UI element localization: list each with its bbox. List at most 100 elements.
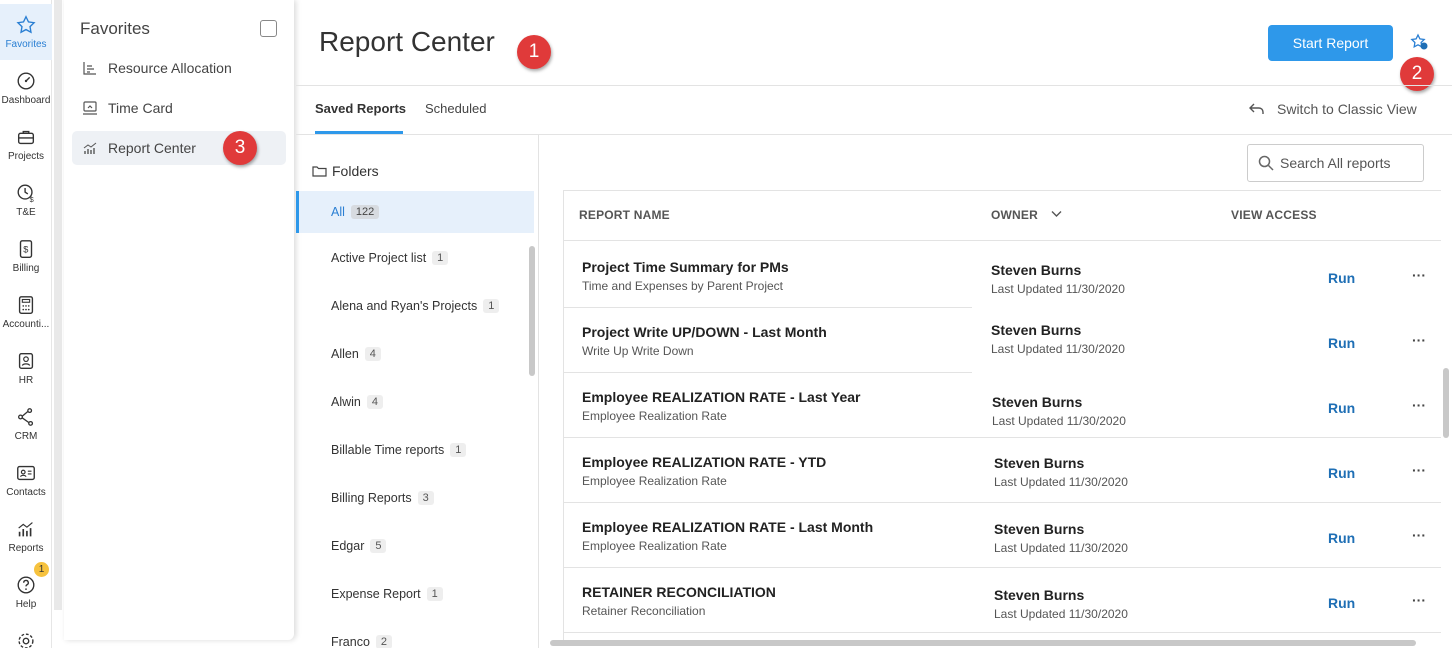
table-row[interactable]: Project Time Summary for PMs Time and Ex…	[564, 243, 1441, 308]
start-report-button[interactable]: Start Report	[1268, 25, 1393, 61]
table-row[interactable]: RETAINER RECONCILIATION Retainer Reconci…	[564, 568, 1441, 633]
table-row[interactable]: Project Write UP/DOWN - Last Month Write…	[564, 308, 1441, 373]
table-vscroll-thumb[interactable]	[1443, 368, 1449, 438]
more-options-icon[interactable]: ···	[1412, 397, 1426, 413]
report-subtitle: Employee Realization Rate	[582, 474, 727, 488]
folder-item[interactable]: Expense Report 1	[296, 573, 534, 615]
svg-text:$: $	[30, 195, 34, 204]
folder-item[interactable]: Franco 2	[296, 621, 534, 648]
folder-item[interactable]: Active Project list 1	[296, 237, 534, 279]
table-row[interactable]: Employee REALIZATION RATE - Last Year Em…	[564, 373, 1441, 438]
folder-name: Billing Reports	[331, 491, 412, 505]
collapse-panel-icon[interactable]	[260, 20, 277, 37]
column-header-report-name[interactable]: REPORT NAME	[579, 208, 670, 222]
report-subtitle: Time and Expenses by Parent Project	[582, 279, 783, 293]
rail-label: Contacts	[6, 487, 46, 498]
rail-label: Favorites	[5, 39, 47, 50]
search-reports-input[interactable]: Search All reports	[1247, 144, 1424, 182]
rail-item-billing[interactable]: $ Billing	[0, 228, 52, 284]
rail-item-reports[interactable]: Reports	[0, 508, 52, 564]
column-header-owner[interactable]: OWNER	[991, 208, 1038, 222]
rail-scrollbar[interactable]	[54, 0, 62, 610]
favorites-panel: Favorites Resource Allocation Time Card …	[64, 0, 294, 640]
switch-classic-view-label: Switch to Classic View	[1277, 101, 1417, 117]
row-divider	[564, 632, 1441, 633]
report-name[interactable]: Employee REALIZATION RATE - Last Month	[582, 519, 873, 535]
report-name[interactable]: RETAINER RECONCILIATION	[582, 584, 776, 600]
folder-item[interactable]: Billing Reports 3	[296, 477, 534, 519]
report-updated: Last Updated 11/30/2020	[992, 414, 1126, 428]
run-button[interactable]: Run	[1328, 400, 1355, 416]
rail-label: CRM	[14, 431, 38, 442]
rail-item-te[interactable]: $ T&E	[0, 172, 52, 228]
report-owner: Steven Burns	[994, 455, 1085, 471]
tab-saved-reports[interactable]: Saved Reports	[315, 101, 406, 116]
rail-item-hr[interactable]: HR	[0, 340, 52, 396]
rail-label: Help	[15, 599, 37, 610]
svg-text:$: $	[23, 245, 28, 255]
folder-name: Franco	[331, 635, 370, 648]
report-updated: Last Updated 11/30/2020	[991, 282, 1125, 296]
report-updated: Last Updated 11/30/2020	[994, 475, 1128, 489]
rail-item-accounting[interactable]: Accounti...	[0, 284, 52, 340]
help-notification-badge: 1	[34, 562, 49, 577]
table-row[interactable]: Employee REALIZATION RATE - YTD Employee…	[564, 438, 1441, 503]
table-horizontal-scrollbar[interactable]	[540, 637, 1440, 648]
folder-item[interactable]: Edgar 5	[296, 525, 534, 567]
run-button[interactable]: Run	[1328, 465, 1355, 481]
run-button[interactable]: Run	[1328, 270, 1355, 286]
folder-name: Expense Report	[331, 587, 421, 601]
rail-item-crm[interactable]: CRM	[0, 396, 52, 452]
more-options-icon[interactable]: ···	[1412, 462, 1426, 478]
switch-classic-view-link[interactable]: Switch to Classic View	[1249, 101, 1417, 117]
report-name[interactable]: Employee REALIZATION RATE - Last Year	[582, 389, 861, 405]
folder-item[interactable]: Billable Time reports 1	[296, 429, 534, 471]
more-options-icon[interactable]: ···	[1412, 592, 1426, 608]
run-button[interactable]: Run	[1328, 595, 1355, 611]
rail-item-favorites[interactable]: Favorites	[0, 4, 52, 60]
rail-item-contacts[interactable]: Contacts	[0, 452, 52, 508]
rail-label: Reports	[8, 543, 44, 554]
table-vertical-scrollbar[interactable]	[1442, 190, 1452, 640]
tab-scheduled[interactable]: Scheduled	[425, 101, 486, 116]
column-header-view-access[interactable]: VIEW ACCESS	[1231, 208, 1317, 222]
rail-label: HR	[18, 375, 34, 386]
bar-chart-icon	[83, 142, 97, 154]
report-name[interactable]: Employee REALIZATION RATE - YTD	[582, 454, 826, 470]
folder-item[interactable]: Alena and Ryan's Projects 1	[296, 285, 534, 327]
folder-icon	[312, 166, 327, 177]
folder-item[interactable]: All 122	[296, 191, 534, 233]
table-hscroll-thumb[interactable]	[550, 640, 1416, 646]
run-button[interactable]: Run	[1328, 335, 1355, 351]
search-icon	[1258, 155, 1274, 171]
folder-count: 122	[350, 205, 380, 219]
favorite-item-resource-allocation[interactable]: Resource Allocation	[72, 51, 286, 85]
more-options-icon[interactable]: ···	[1412, 332, 1426, 348]
favorite-star-icon[interactable]	[1410, 33, 1430, 53]
report-name[interactable]: Project Write UP/DOWN - Last Month	[582, 324, 827, 340]
table-row[interactable]: Employee REALIZATION RATE - Last Month E…	[564, 503, 1441, 568]
undo-arrow-icon	[1249, 103, 1264, 114]
report-owner: Steven Burns	[992, 394, 1083, 410]
folder-item[interactable]: Allen 4	[296, 333, 534, 375]
folder-count: 4	[364, 347, 381, 361]
run-button[interactable]: Run	[1328, 530, 1355, 546]
folder-scroll-thumb[interactable]	[529, 246, 535, 376]
report-name[interactable]: Project Time Summary for PMs	[582, 259, 789, 275]
report-owner: Steven Burns	[991, 262, 1082, 278]
folder-item[interactable]: Alwin 4	[296, 381, 534, 423]
favorite-item-time-card[interactable]: Time Card	[72, 91, 286, 125]
rail-item-settings[interactable]	[0, 620, 52, 648]
rail-item-projects[interactable]: Projects	[0, 116, 52, 172]
more-options-icon[interactable]: ···	[1412, 267, 1426, 283]
more-options-icon[interactable]: ···	[1412, 527, 1426, 543]
rail-label: Projects	[7, 151, 45, 162]
time-card-icon	[83, 101, 97, 115]
tabs-divider	[296, 134, 1452, 135]
invoice-dollar-icon: $	[19, 240, 33, 258]
folder-list-scrollbar[interactable]	[528, 240, 536, 640]
chevron-down-icon[interactable]	[1051, 210, 1062, 218]
folders-heading: Folders	[312, 163, 379, 179]
rail-item-dashboard[interactable]: Dashboard	[0, 60, 52, 116]
folder-count: 2	[375, 635, 393, 648]
